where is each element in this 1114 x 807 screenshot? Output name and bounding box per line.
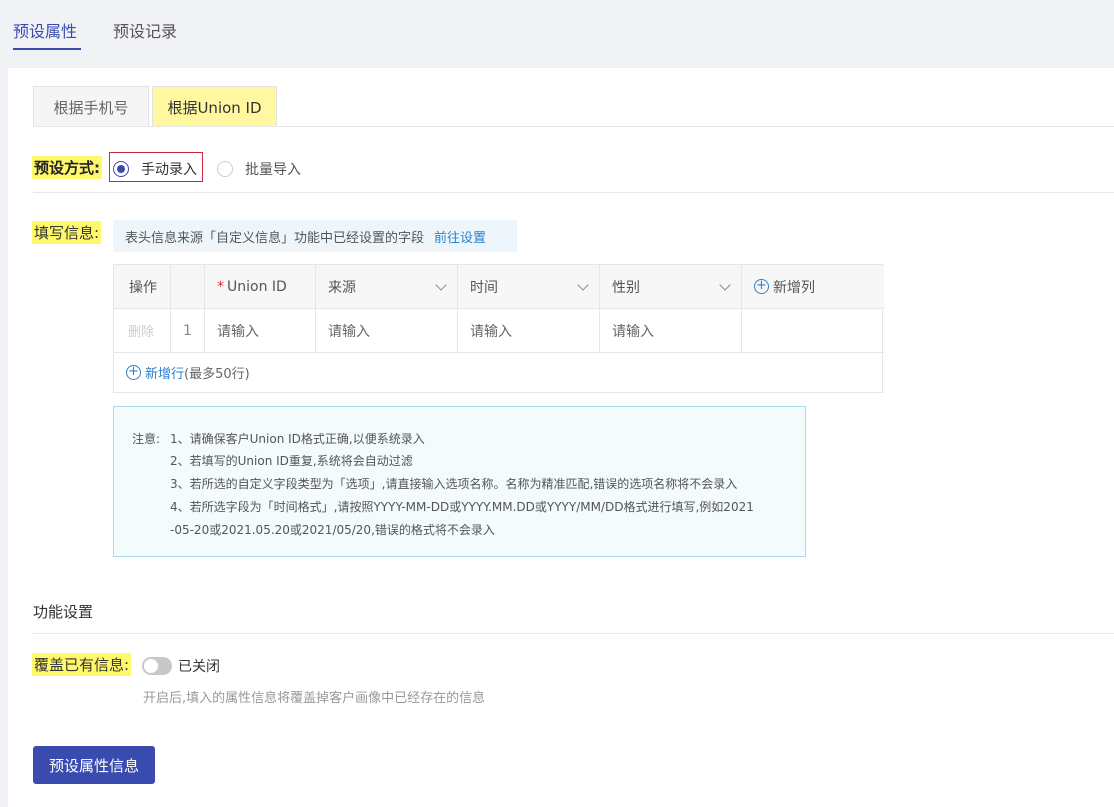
overwrite-toggle[interactable] [142, 657, 172, 675]
section-divider [33, 192, 1114, 193]
header-gender[interactable]: 性别 [600, 265, 742, 309]
add-row-label: 新增行 [145, 367, 185, 382]
header-time-label: 时间 [470, 279, 498, 296]
subtab-by-union-id[interactable]: 根据Union ID [152, 86, 277, 127]
subtab-divider [33, 126, 1114, 127]
header-source[interactable]: 来源 [316, 265, 458, 309]
time-input[interactable]: 请输入 [458, 309, 600, 353]
note-line-4: 4、若所选字段为「时间格式」,请按照YYYY-MM-DD或YYYY.MM.DD或… [170, 500, 754, 514]
header-action: 操作 [114, 265, 171, 309]
function-settings-title: 功能设置 [33, 603, 94, 621]
header-gender-label: 性别 [612, 279, 640, 296]
preset-mode-label: 预设方式: [32, 156, 102, 179]
plus-circle-icon: + [126, 365, 141, 380]
subtab-by-phone[interactable]: 根据手机号 [33, 86, 149, 127]
tab-preset-attributes[interactable]: 预设属性 [13, 18, 77, 42]
overwrite-help-text: 开启后,填入的属性信息将覆盖掉客户画像中已经存在的信息 [143, 691, 486, 706]
required-mark: * [217, 278, 224, 295]
delete-row-button[interactable]: 删除 [114, 309, 171, 353]
fill-info-label: 填写信息: [32, 221, 102, 244]
notes-prefix: 注意: [132, 432, 161, 446]
add-column-button[interactable]: + 新增列 [742, 265, 884, 309]
note-line-2: 2、若填写的Union ID重复,系统将会自动过滤 [170, 454, 413, 468]
go-settings-link[interactable]: 前往设置 [434, 227, 486, 246]
header-source-tip: 表头信息来源「自定义信息」功能中已经设置的字段 前往设置 [113, 220, 517, 252]
radio-unchecked-icon [217, 161, 233, 177]
toggle-state-label: 已关闭 [178, 659, 220, 675]
plus-circle-icon: + [754, 279, 769, 294]
header-time[interactable]: 时间 [458, 265, 600, 309]
header-index [171, 265, 205, 309]
chevron-down-icon [435, 279, 447, 291]
gender-input[interactable]: 请输入 [600, 309, 742, 353]
chevron-down-icon [577, 279, 589, 291]
entry-table: 操作 * Union ID 来源 时间 性别 + 新增列 删除 1 请输入 请输… [113, 264, 884, 393]
note-line-1: 1、请确保客户Union ID格式正确,以便系统录入 [170, 432, 425, 446]
union-id-input[interactable]: 请输入 [205, 309, 316, 353]
source-input[interactable]: 请输入 [316, 309, 458, 353]
chevron-down-icon [719, 279, 731, 291]
radio-checked-icon [113, 161, 129, 177]
empty-cell [742, 309, 884, 353]
header-union-id: * Union ID [205, 265, 316, 309]
section-divider [33, 633, 1114, 634]
radio-batch-import-label: 批量导入 [245, 162, 301, 178]
top-tab-bar: 预设属性 预设记录 [0, 0, 1114, 68]
overwrite-label: 覆盖已有信息: [32, 653, 132, 676]
radio-manual-entry[interactable]: 手动录入 [113, 159, 197, 179]
add-row-limit: (最多50行) [184, 367, 250, 382]
header-source-label: 来源 [328, 279, 356, 296]
add-column-label: 新增列 [773, 279, 815, 296]
note-line-5: -05-20或2021.05.20或2021/05/20,错误的格式将不会录入 [170, 523, 495, 537]
radio-batch-import[interactable]: 批量导入 [217, 159, 301, 179]
add-row-button[interactable]: + 新增行 (最多50行) [126, 363, 250, 382]
notes-box: 注意: 1、请确保客户Union ID格式正确,以便系统录入 2、若填写的Uni… [113, 406, 806, 557]
preset-attributes-submit-button[interactable]: 预设属性信息 [33, 746, 155, 784]
radio-manual-entry-label: 手动录入 [141, 162, 197, 178]
tab-preset-records[interactable]: 预设记录 [113, 18, 177, 42]
header-union-id-label: Union ID [227, 278, 287, 295]
note-line-3: 3、若所选的自定义字段类型为「选项」,请直接输入选项名称。名称为精准匹配,错误的… [170, 477, 738, 491]
tip-text: 表头信息来源「自定义信息」功能中已经设置的字段 [125, 230, 425, 246]
row-index: 1 [171, 309, 205, 353]
active-tab-underline [13, 48, 81, 50]
